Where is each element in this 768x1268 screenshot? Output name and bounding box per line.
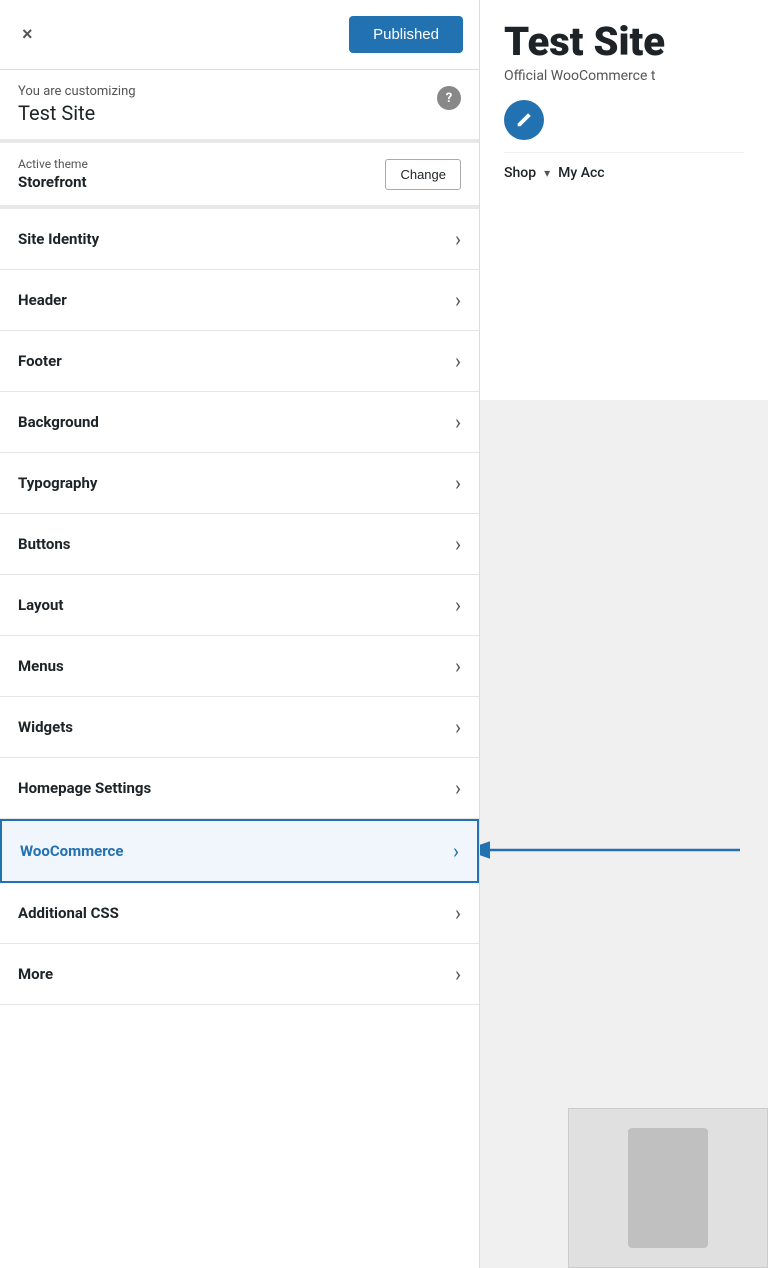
menu-item-site-identity[interactable]: Site Identity › [0,209,479,270]
chevron-right-icon: › [455,715,461,739]
menu-item-buttons[interactable]: Buttons › [0,514,479,575]
chevron-right-icon: › [455,410,461,434]
customizing-label: You are customizing [18,84,136,99]
edit-pencil-button[interactable] [504,100,544,140]
chevron-right-icon: › [455,288,461,312]
menu-item-typography[interactable]: Typography › [0,453,479,514]
menu-list: Site Identity›Header›Footer›Background›T… [0,209,479,1268]
pencil-icon [515,111,533,129]
published-button[interactable]: Published [349,16,463,53]
chevron-right-icon: › [455,593,461,617]
chevron-right-icon: › [455,227,461,251]
chevron-right-icon: › [455,532,461,556]
nav-dropdown-icon: ▾ [544,166,550,180]
chevron-right-icon: › [455,901,461,925]
menu-item-woocommerce[interactable]: WooCommerce › [0,819,479,883]
menu-item-label-menus: Menus [18,657,64,675]
menu-item-label-widgets: Widgets [18,718,73,736]
menu-item-label-layout: Layout [18,596,63,614]
preview-site-tagline: Official WooCommerce t [504,68,744,84]
menu-item-widgets[interactable]: Widgets › [0,697,479,758]
menu-item-label-footer: Footer [18,352,62,370]
preview-content: Test Site Official WooCommerce t Shop ▾ … [480,0,768,400]
preview-panel: Test Site Official WooCommerce t Shop ▾ … [480,0,768,1268]
change-theme-button[interactable]: Change [385,159,461,190]
customizing-section: You are customizing Test Site ? [0,70,479,143]
preview-nav-bar: Shop ▾ My Acc [504,152,744,181]
menu-item-footer[interactable]: Footer › [0,331,479,392]
menu-item-label-woocommerce: WooCommerce [20,842,123,860]
menu-item-background[interactable]: Background › [0,392,479,453]
customizer-panel: × Published You are customizing Test Sit… [0,0,480,1268]
help-icon[interactable]: ? [437,86,461,110]
close-button[interactable]: × [16,18,39,51]
nav-shop: Shop [504,165,536,181]
theme-section: Active theme Storefront Change [0,143,479,209]
chevron-right-icon: › [455,776,461,800]
menu-item-more[interactable]: More › [0,944,479,1005]
chevron-right-icon: › [455,471,461,495]
arrow-svg [480,820,768,880]
preview-thumbnail [628,1128,708,1248]
chevron-right-icon: › [455,962,461,986]
menu-item-label-header: Header [18,291,67,309]
menu-item-label-buttons: Buttons [18,535,71,553]
chevron-right-icon: › [455,349,461,373]
theme-name: Storefront [18,173,88,191]
chevron-right-icon: › [453,839,459,863]
bottom-preview-image [568,1108,768,1268]
menu-item-label-additional-css: Additional CSS [18,904,119,922]
theme-label: Active theme [18,157,88,171]
chevron-right-icon: › [455,654,461,678]
top-bar: × Published [0,0,479,70]
menu-item-label-typography: Typography [18,474,97,492]
nav-my-account: My Acc [558,165,604,181]
menu-item-label-site-identity: Site Identity [18,230,99,248]
menu-item-additional-css[interactable]: Additional CSS › [0,883,479,944]
arrow-annotation [480,820,768,880]
menu-item-label-background: Background [18,413,99,431]
customizing-site-name: Test Site [18,101,136,125]
menu-item-homepage-settings[interactable]: Homepage Settings › [0,758,479,819]
menu-item-label-more: More [18,965,53,983]
menu-item-header[interactable]: Header › [0,270,479,331]
menu-item-layout[interactable]: Layout › [0,575,479,636]
menu-item-menus[interactable]: Menus › [0,636,479,697]
menu-item-label-homepage-settings: Homepage Settings [18,779,151,797]
preview-site-title: Test Site [504,20,744,64]
